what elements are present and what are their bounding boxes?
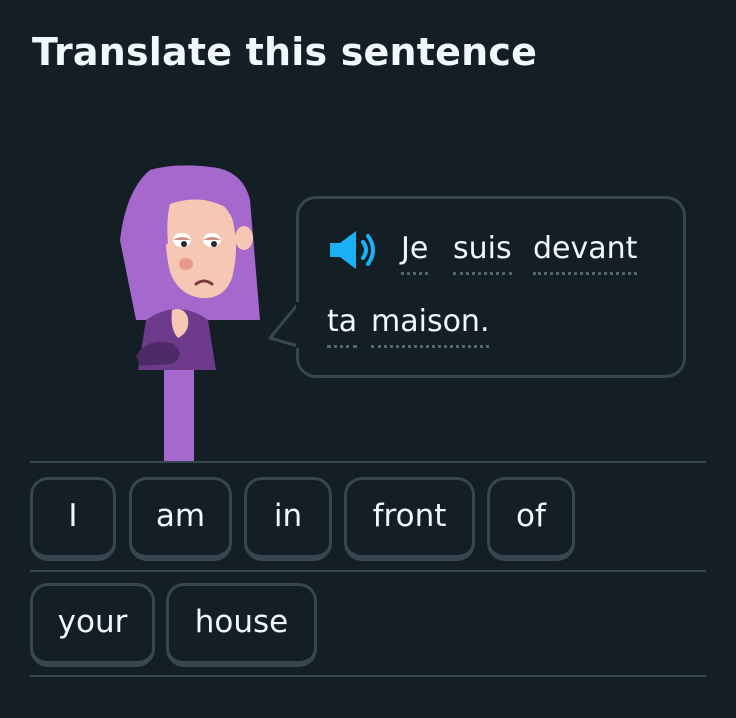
word-tile-i[interactable]: I [30,477,116,561]
prompt-word[interactable]: devant [533,232,638,275]
prompt-word[interactable]: Je [401,232,429,275]
answer-line [30,675,706,677]
prompt-word[interactable]: maison. [371,305,490,348]
word-tile-of[interactable]: of [487,477,575,561]
page-title: Translate this sentence [32,30,538,74]
word-tile-am[interactable]: am [129,477,232,561]
word-tile-house[interactable]: house [166,583,317,667]
word-tile-your[interactable]: your [30,583,155,667]
speaker-icon[interactable] [326,228,378,272]
answer-line [30,570,706,572]
word-tile-in[interactable]: in [244,477,332,561]
word-tile-front[interactable]: front [344,477,475,561]
speech-bubble-tail [268,302,302,348]
character-illustration [120,165,260,463]
answer-line [30,461,706,463]
prompt-word[interactable]: ta [327,305,358,348]
speech-bubble [296,196,686,378]
prompt-word[interactable]: suis [453,232,512,275]
